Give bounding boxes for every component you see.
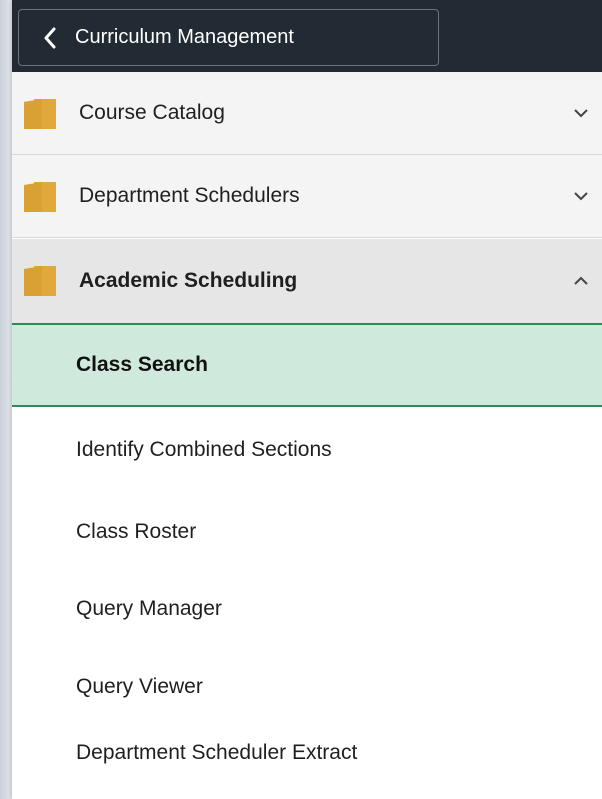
folder-course-catalog[interactable]: Course Catalog [12,72,602,155]
nav-item-label: Department Scheduler Extract [76,741,358,764]
folder-academic-scheduling[interactable]: Academic Scheduling [12,239,602,325]
folder-label: Department Schedulers [79,184,300,207]
folder-icon [22,98,58,130]
nav-item-class-search[interactable]: Class Search [12,325,602,407]
folder-icon [22,265,58,297]
nav-item-class-roster[interactable]: Class Roster [12,491,602,573]
nav-item-department-scheduler-extract[interactable]: Department Scheduler Extract [12,712,602,794]
chevron-down-icon [570,102,592,124]
nav-item-label: Class Search [76,353,208,376]
nav-item-identify-combined-sections[interactable]: Identify Combined Sections [12,409,602,491]
back-button-label: Curriculum Management [75,26,294,48]
folder-label: Academic Scheduling [79,269,298,292]
nav-item-label: Identify Combined Sections [76,438,332,461]
nav-item-query-manager[interactable]: Query Manager [12,568,602,650]
folder-label: Course Catalog [79,101,225,124]
nav-item-label: Query Manager [76,597,222,620]
back-to-curriculum-management-button[interactable]: Curriculum Management [18,9,439,66]
chevron-up-icon [570,270,592,292]
folder-department-schedulers[interactable]: Department Schedulers [12,155,602,238]
chevron-down-icon [570,185,592,207]
chevron-left-icon [43,27,57,49]
nav-item-label: Class Roster [76,520,197,543]
nav-item-label: Query Viewer [76,675,203,698]
folder-icon [22,181,58,213]
